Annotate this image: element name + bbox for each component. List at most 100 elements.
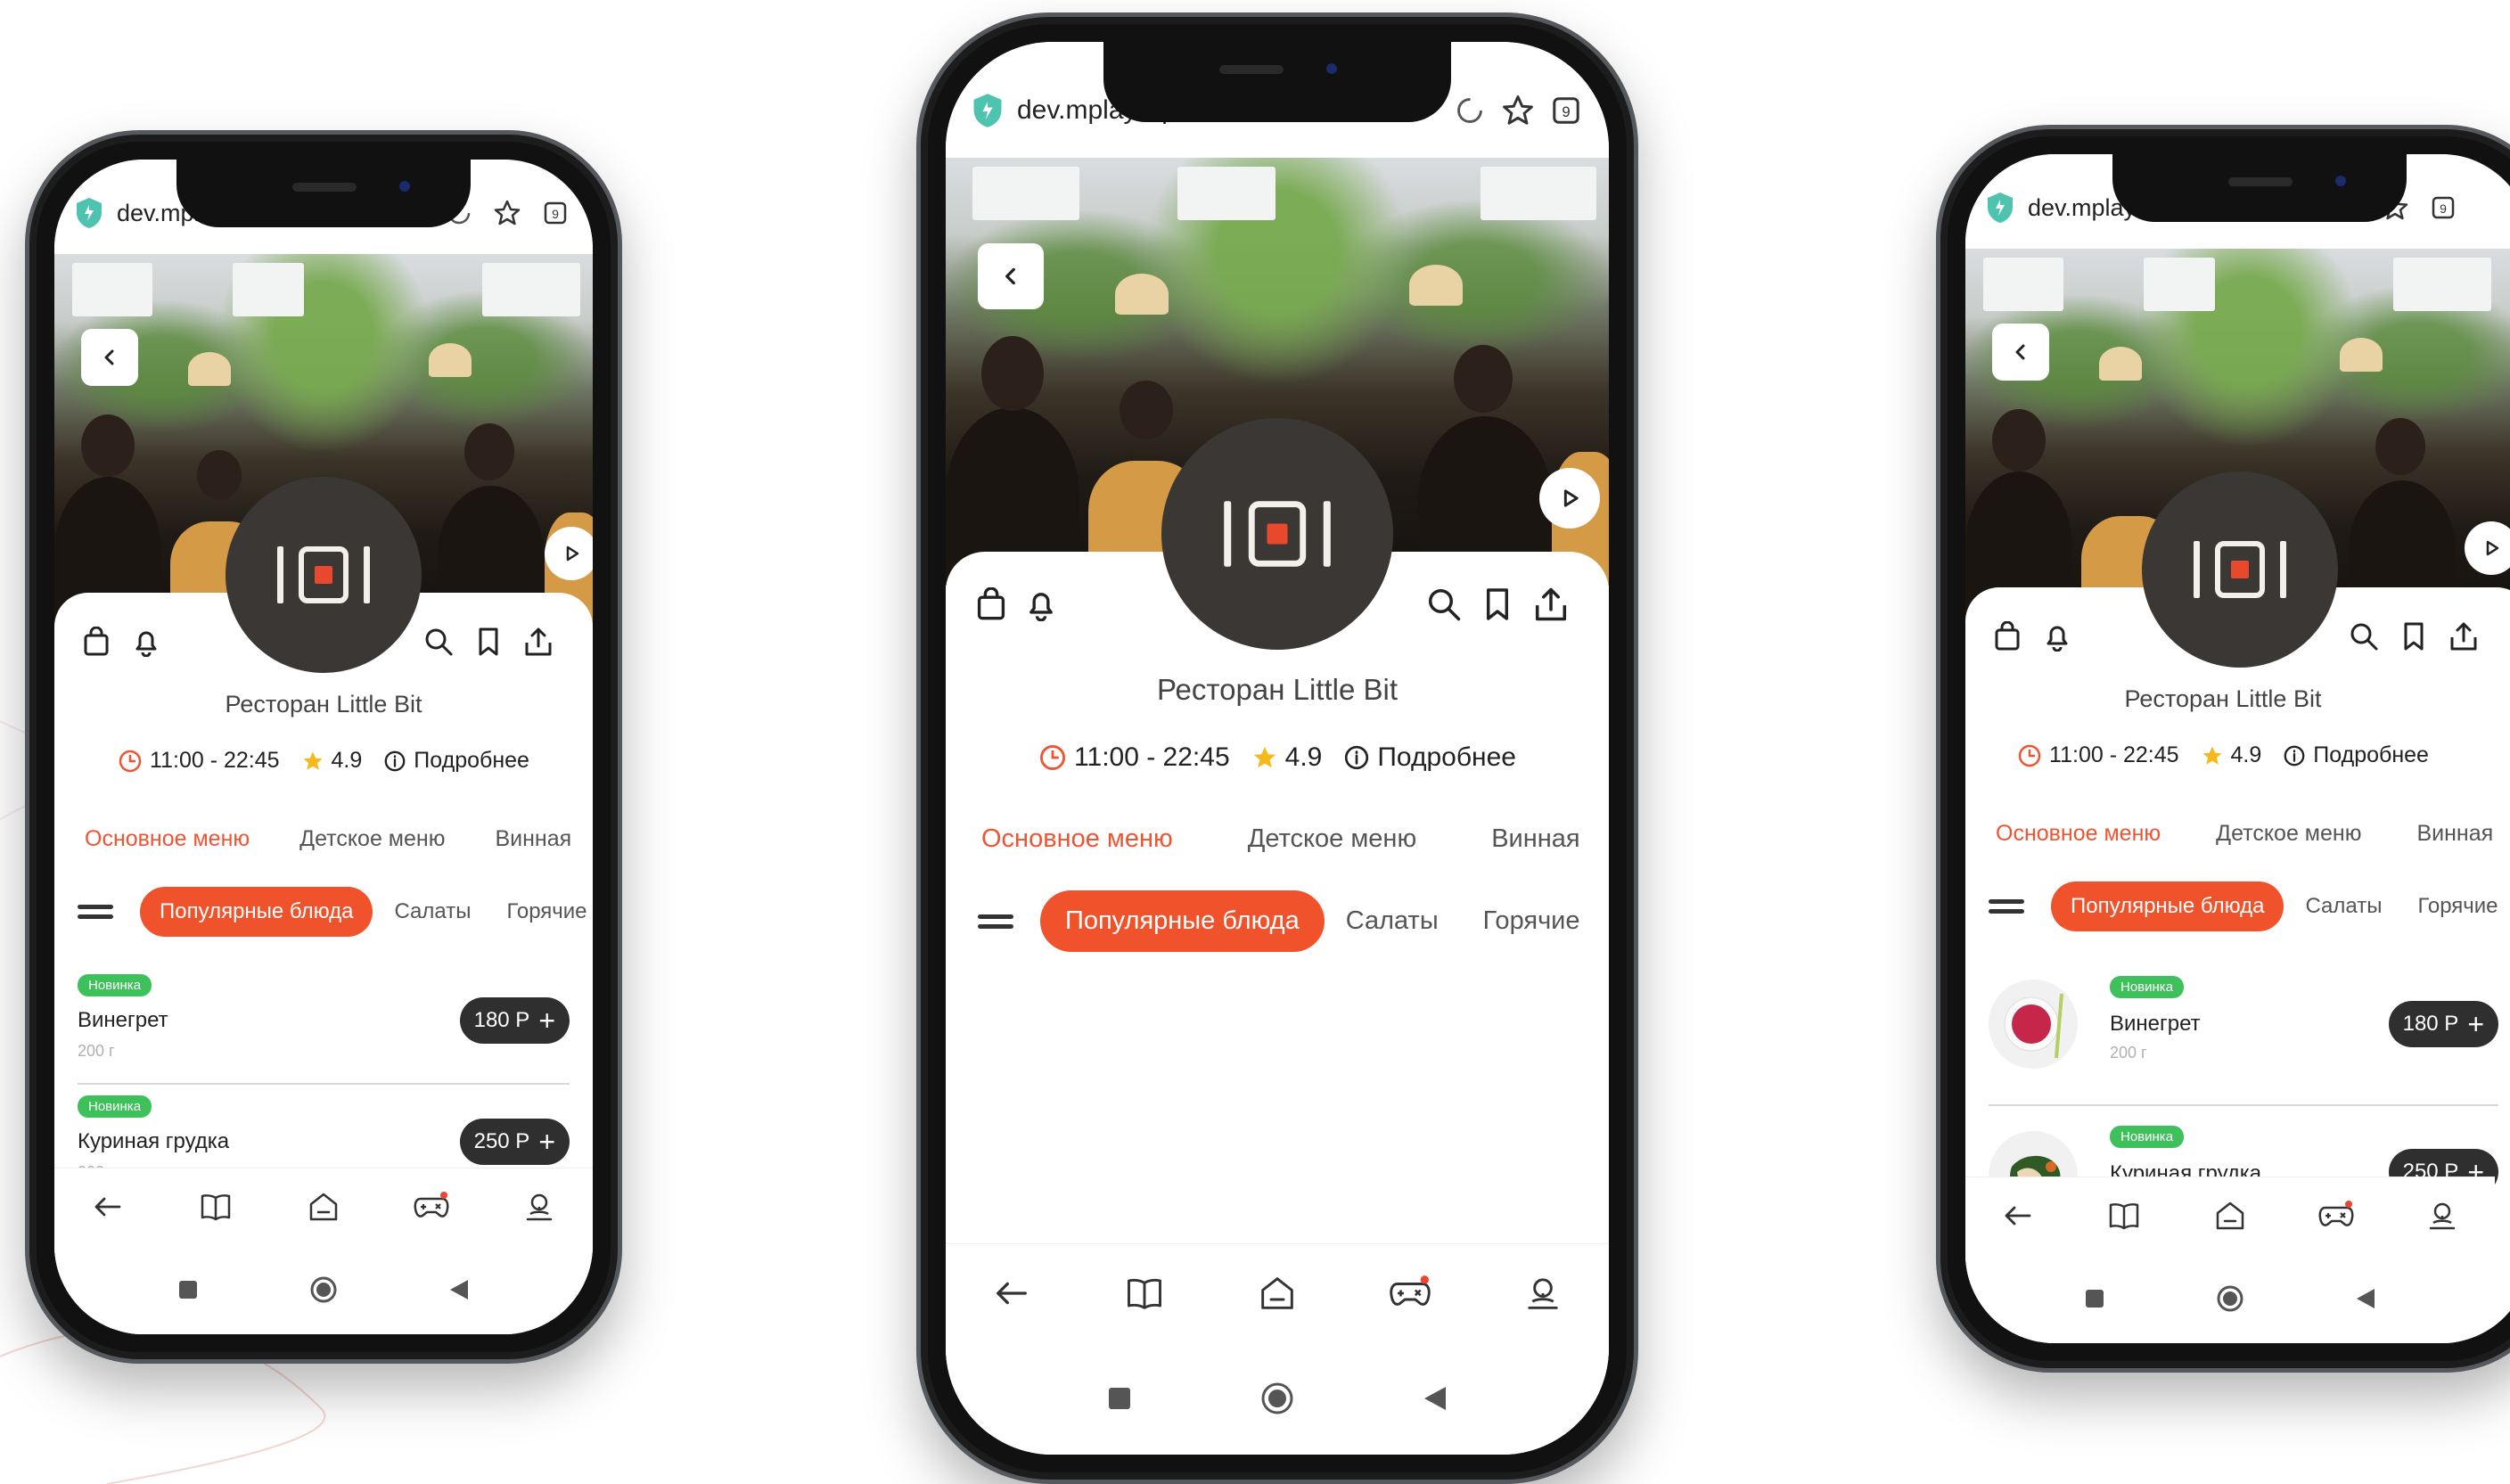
menu-hamburger-icon[interactable] (1989, 898, 2024, 915)
category-popular[interactable]: Популярные блюда (2051, 881, 2284, 931)
tabs-count-icon[interactable]: 9 (2425, 190, 2461, 225)
bell-icon[interactable] (2038, 618, 2076, 655)
menu-hamburger-icon[interactable] (978, 913, 1013, 931)
search-icon[interactable] (2345, 618, 2383, 655)
bottom-navigation (54, 1168, 593, 1245)
price-label: 180 Р (473, 1008, 530, 1032)
tab-main-menu[interactable]: Основное меню (1996, 821, 2161, 847)
home-circle-icon[interactable] (309, 1275, 338, 1304)
play-video-button[interactable] (1539, 468, 1600, 529)
details-link[interactable]: Подробнее (383, 748, 529, 774)
search-icon[interactable] (1425, 586, 1463, 623)
star-icon[interactable] (1500, 93, 1536, 128)
bookmark-icon[interactable] (1479, 586, 1516, 623)
play-video-button[interactable] (545, 527, 593, 580)
bag-icon[interactable] (78, 623, 115, 660)
back-button[interactable] (978, 243, 1044, 309)
book-icon[interactable] (192, 1183, 240, 1231)
tab-wine-menu[interactable]: Винная (1491, 824, 1579, 854)
star-rating-icon (1253, 746, 1276, 768)
restaurant-info: 11:00 - 22:45 4.9 Подробнее (946, 742, 1609, 773)
bag-icon[interactable] (972, 586, 1010, 623)
home-icon[interactable] (299, 1183, 348, 1231)
share-icon[interactable] (2445, 618, 2482, 655)
back-button[interactable] (1992, 324, 2049, 381)
dish-row-vinegret[interactable]: Новинка Винегрет 200 г 180 Р + (1989, 962, 2498, 1106)
rating-value: 4.9 (331, 748, 363, 773)
profile-icon[interactable] (2418, 1192, 2466, 1240)
star-icon[interactable] (489, 195, 525, 231)
new-badge: Новинка (78, 974, 152, 996)
category-hot[interactable]: Горячие (506, 899, 586, 924)
recents-icon[interactable] (1107, 1386, 1132, 1411)
back-triangle-icon[interactable] (1423, 1385, 1448, 1412)
book-icon[interactable] (1120, 1269, 1169, 1317)
tab-wine-menu[interactable]: Винная (2416, 821, 2493, 847)
book-icon[interactable] (2100, 1192, 2148, 1240)
profile-icon[interactable] (1519, 1269, 1567, 1317)
price-label: 250 Р (473, 1129, 530, 1153)
home-icon[interactable] (1253, 1269, 1301, 1317)
back-arrow-icon[interactable] (84, 1183, 132, 1231)
bottom-navigation (1965, 1177, 2495, 1254)
gamepad-icon[interactable] (2312, 1192, 2360, 1240)
restaurant-logo (2142, 471, 2338, 668)
category-popular[interactable]: Популярные блюда (140, 887, 373, 937)
back-triangle-icon[interactable] (2355, 1287, 2376, 1310)
recents-icon[interactable] (2084, 1288, 2105, 1309)
tabs-count-icon[interactable]: 9 (537, 195, 573, 231)
reload-icon[interactable] (1452, 93, 1488, 128)
notch (176, 160, 471, 227)
tab-kids-menu[interactable]: Детское меню (1248, 824, 1416, 854)
home-circle-icon[interactable] (2216, 1284, 2244, 1313)
category-salads[interactable]: Салаты (1346, 906, 1439, 936)
play-video-button[interactable] (2465, 521, 2510, 575)
home-icon[interactable] (2206, 1192, 2254, 1240)
bookmark-icon[interactable] (2395, 618, 2432, 655)
gamepad-icon[interactable] (1386, 1269, 1434, 1317)
gamepad-icon[interactable] (407, 1183, 455, 1231)
menu-hamburger-icon[interactable] (78, 903, 113, 921)
tab-kids-menu[interactable]: Детское меню (2216, 821, 2361, 847)
category-hot[interactable]: Горячие (2417, 894, 2498, 919)
info-icon (384, 750, 406, 771)
tab-main-menu[interactable]: Основное меню (85, 826, 250, 852)
add-to-cart-button[interactable]: 180 Р + (2388, 1001, 2498, 1047)
back-button[interactable] (81, 329, 138, 386)
category-salads[interactable]: Салаты (394, 899, 471, 924)
share-icon[interactable] (1532, 586, 1570, 623)
category-salads[interactable]: Салаты (2305, 894, 2382, 919)
details-label: Подробнее (1377, 742, 1516, 772)
shield-icon (77, 198, 102, 228)
home-circle-icon[interactable] (1260, 1382, 1294, 1415)
search-icon[interactable] (420, 623, 457, 660)
details-link[interactable]: Подробнее (1343, 742, 1516, 773)
tab-kids-menu[interactable]: Детское меню (299, 826, 445, 852)
category-hot[interactable]: Горячие (1483, 906, 1580, 936)
share-icon[interactable] (520, 623, 557, 660)
bell-icon[interactable] (127, 623, 165, 660)
bottom-navigation (946, 1243, 1609, 1342)
restaurant-title: Ресторан Little Bit (1157, 673, 1398, 706)
add-to-cart-button[interactable]: 180 Р + (459, 997, 570, 1044)
star-rating-icon (2202, 745, 2222, 765)
back-arrow-icon[interactable] (1994, 1192, 2042, 1240)
bell-icon[interactable] (1022, 586, 1060, 623)
restaurant-title: Ресторан Little Bit (2124, 685, 2322, 712)
bag-icon[interactable] (1989, 618, 2026, 655)
category-popular[interactable]: Популярные блюда (1040, 890, 1325, 952)
tab-wine-menu[interactable]: Винная (495, 826, 571, 852)
dish-row-vinegret[interactable]: Новинка Винегрет 200 г 180 Р + (78, 967, 570, 1085)
recents-icon[interactable] (177, 1279, 199, 1300)
clock-icon (119, 750, 142, 772)
category-row: Популярные блюда Салаты Горячие (1989, 881, 2510, 931)
tab-main-menu[interactable]: Основное меню (981, 824, 1173, 854)
back-arrow-icon[interactable] (988, 1269, 1036, 1317)
add-to-cart-button[interactable]: 250 Р + (459, 1119, 570, 1165)
bookmark-icon[interactable] (470, 623, 507, 660)
menu-tabs: Основное меню Детское меню Винная (1996, 821, 2510, 847)
details-link[interactable]: Подробнее (2283, 742, 2429, 768)
tabs-count-icon[interactable]: 9 (1548, 93, 1584, 128)
back-triangle-icon[interactable] (448, 1278, 470, 1301)
profile-icon[interactable] (515, 1183, 563, 1231)
